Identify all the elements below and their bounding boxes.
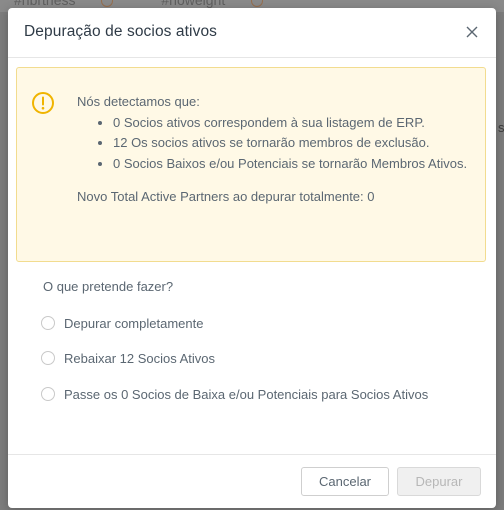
background-tags: #nbrthess #nowelght xyxy=(14,0,307,8)
purge-dialog: Depuração de socios ativos Nós detectamo… xyxy=(8,8,496,508)
option-label: Rebaixar 12 Socios Ativos xyxy=(64,351,216,366)
cancel-button[interactable]: Cancelar xyxy=(301,467,389,496)
alert-list-item: 12 Os socios ativos se tornarão membros … xyxy=(113,133,481,154)
option-demote-active[interactable]: Rebaixar 12 Socios Ativos xyxy=(41,349,461,369)
purge-button[interactable]: Depurar xyxy=(397,467,481,496)
background-tag: #nbrthess xyxy=(14,0,135,8)
option-purge-completely[interactable]: Depurar completamente xyxy=(41,314,461,334)
alert-list-item: 0 Socios ativos correspondem à sua lista… xyxy=(113,113,481,134)
close-icon[interactable] xyxy=(462,22,482,42)
warning-alert: Nós detectamos que: 0 Socios ativos corr… xyxy=(16,67,486,262)
option-promote-low-potential[interactable]: Passe os 0 Socios de Baixa e/ou Potencia… xyxy=(41,385,461,425)
alert-message: Nós detectamos que: 0 Socios ativos corr… xyxy=(77,92,481,208)
background-tag: #nowelght xyxy=(161,0,285,8)
help-icon xyxy=(251,0,264,8)
radio-button[interactable] xyxy=(41,316,55,330)
alert-intro: Nós detectamos que: xyxy=(77,94,200,109)
radio-button[interactable] xyxy=(41,387,55,401)
warning-circle-icon xyxy=(32,92,54,114)
option-label: Depurar completamente xyxy=(64,316,204,331)
radio-button[interactable] xyxy=(41,351,55,365)
background-edge-text: s xyxy=(498,120,504,135)
option-label: Passe os 0 Socios de Baixa e/ou Potencia… xyxy=(64,387,429,402)
dialog-footer: Cancelar Depurar xyxy=(8,454,496,508)
dialog-header: Depuração de socios ativos xyxy=(8,8,496,58)
help-icon xyxy=(101,0,114,8)
alert-list: 0 Socios ativos correspondem à sua lista… xyxy=(77,113,481,175)
dialog-title: Depuração de socios ativos xyxy=(24,23,218,40)
alert-list-item: 0 Socios Baixos e/ou Potenciais se torna… xyxy=(113,154,481,175)
alert-total: Novo Total Active Partners ao depurar to… xyxy=(77,189,375,204)
question-label: O que pretende fazer? xyxy=(43,279,174,294)
